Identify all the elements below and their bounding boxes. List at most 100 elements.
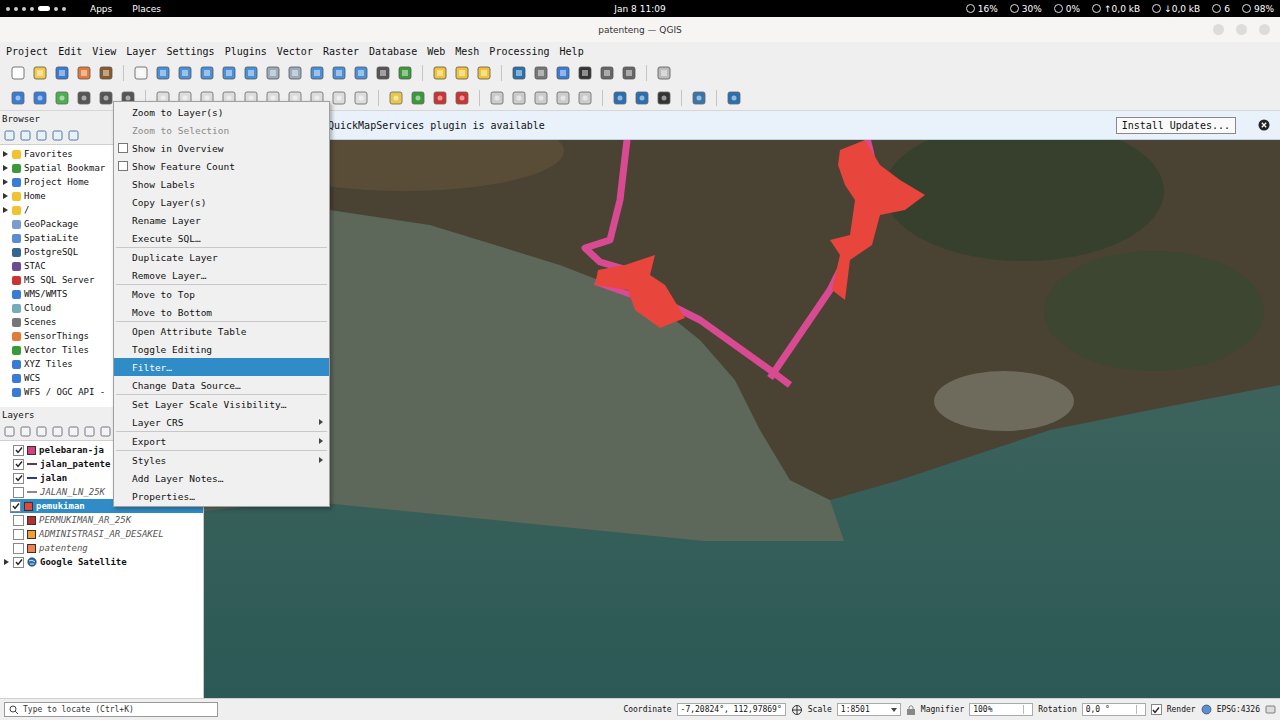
- crs-button[interactable]: EPSG:4326: [1217, 705, 1260, 714]
- context-menu-item[interactable]: Move to Top: [114, 285, 329, 303]
- menu-item[interactable]: Vector: [272, 46, 318, 57]
- context-menu-item[interactable]: Layer CRS: [114, 413, 329, 431]
- context-menu-item[interactable]: Show in Overview: [114, 139, 329, 157]
- map-canvas[interactable]: QuickMapServices plugin is availableInst…: [204, 111, 1280, 698]
- tool-icon[interactable]: [397, 65, 413, 81]
- tool-icon[interactable]: [331, 65, 347, 81]
- layer-checkbox[interactable]: [13, 515, 24, 526]
- tool-icon[interactable]: [98, 90, 114, 106]
- tool-icon[interactable]: [577, 65, 593, 81]
- tool-icon[interactable]: [331, 90, 347, 106]
- indicator[interactable]: 98%: [1242, 4, 1274, 14]
- context-menu-item[interactable]: Add Layer Notes…: [114, 469, 329, 487]
- layer-item[interactable]: PERMUKIMAN_AR_25K: [0, 513, 203, 527]
- expand-icon[interactable]: [4, 460, 10, 468]
- layer-item[interactable]: ADMINISTRASI_AR_DESAKEL: [0, 527, 203, 541]
- indicator[interactable]: 0%: [1054, 4, 1080, 14]
- messages-icon[interactable]: [1265, 704, 1276, 715]
- layer-checkbox[interactable]: [13, 557, 24, 568]
- context-menu-item[interactable]: Toggle Editing: [114, 340, 329, 358]
- expand-icon[interactable]: [4, 488, 10, 496]
- expand-icon[interactable]: [3, 318, 9, 326]
- layer-checkbox[interactable]: [13, 459, 24, 470]
- menu-item[interactable]: Layer: [121, 46, 161, 57]
- rotation-field[interactable]: 0,0 °: [1082, 703, 1146, 716]
- menu-item[interactable]: Raster: [318, 46, 364, 57]
- expand-icon[interactable]: [3, 151, 8, 157]
- coordinate-field[interactable]: -7,20824°, 112,97869°: [677, 703, 786, 716]
- tool-icon[interactable]: [177, 65, 193, 81]
- menu-item[interactable]: Processing: [484, 46, 554, 57]
- render-checkbox[interactable]: [1151, 704, 1162, 715]
- expand-icon[interactable]: [3, 179, 8, 185]
- expand-icon[interactable]: [3, 360, 9, 368]
- context-menu-item[interactable]: Copy Layer(s): [114, 193, 329, 211]
- tool-icon[interactable]: [555, 90, 571, 106]
- tool-icon[interactable]: [511, 65, 527, 81]
- menu-item[interactable]: Project: [1, 46, 53, 57]
- context-menu-item[interactable]: Duplicate Layer: [114, 248, 329, 266]
- indicator[interactable]: 6: [1212, 4, 1230, 14]
- tool-icon[interactable]: [612, 90, 628, 106]
- context-menu-item[interactable]: Zoom to Selection: [114, 121, 329, 139]
- tool-icon[interactable]: [199, 65, 215, 81]
- layer-checkbox[interactable]: [10, 501, 21, 512]
- panel-tool-icon[interactable]: [20, 426, 31, 437]
- tool-icon[interactable]: [555, 65, 571, 81]
- tool-icon[interactable]: [432, 90, 448, 106]
- expand-icon[interactable]: [4, 446, 10, 454]
- expand-icon[interactable]: [3, 193, 8, 199]
- tool-icon[interactable]: [265, 65, 281, 81]
- tool-icon[interactable]: [388, 90, 404, 106]
- context-menu-item[interactable]: Set Layer Scale Visibility…: [114, 395, 329, 413]
- context-menu-item[interactable]: Styles: [114, 451, 329, 469]
- expand-icon[interactable]: [3, 290, 9, 298]
- panel-tool-icon[interactable]: [52, 130, 63, 141]
- expand-icon[interactable]: [3, 374, 9, 382]
- context-menu-item[interactable]: Show Labels: [114, 175, 329, 193]
- layer-item[interactable]: patenteng: [0, 541, 203, 555]
- menu-item[interactable]: View: [87, 46, 121, 57]
- system-menu[interactable]: Places: [132, 4, 161, 14]
- panel-tool-icon[interactable]: [20, 130, 31, 141]
- tool-icon[interactable]: [32, 65, 48, 81]
- tool-icon[interactable]: [155, 65, 171, 81]
- extents-toggle-icon[interactable]: [791, 704, 803, 716]
- expand-icon[interactable]: [3, 276, 9, 284]
- tool-icon[interactable]: [533, 90, 549, 106]
- tool-icon[interactable]: [375, 65, 391, 81]
- expand-icon[interactable]: [3, 332, 9, 340]
- install-updates-button[interactable]: Install Updates...: [1116, 117, 1236, 134]
- expand-icon[interactable]: [3, 165, 8, 171]
- context-menu-item[interactable]: Open Attribute Table: [114, 322, 329, 340]
- tool-icon[interactable]: [454, 90, 470, 106]
- expand-icon[interactable]: [3, 220, 9, 228]
- context-menu-item[interactable]: Show Feature Count: [114, 157, 329, 175]
- tool-icon[interactable]: [656, 65, 672, 81]
- context-menu-item[interactable]: Rename Layer: [114, 211, 329, 229]
- tool-icon[interactable]: [533, 65, 549, 81]
- layer-checkbox[interactable]: [13, 445, 24, 456]
- tool-icon[interactable]: [309, 65, 325, 81]
- tool-icon[interactable]: [621, 65, 637, 81]
- context-menu-item[interactable]: Properties…: [114, 487, 329, 505]
- tool-icon[interactable]: [511, 90, 527, 106]
- expand-icon[interactable]: [3, 207, 8, 213]
- indicator[interactable]: 16%: [966, 4, 998, 14]
- tool-icon[interactable]: [726, 90, 742, 106]
- tool-icon[interactable]: [454, 65, 470, 81]
- expand-icon[interactable]: [4, 516, 10, 524]
- expand-icon[interactable]: [4, 474, 10, 482]
- expand-icon[interactable]: [3, 262, 9, 270]
- menu-item[interactable]: Settings: [161, 46, 219, 57]
- panel-tool-icon[interactable]: [36, 130, 47, 141]
- tool-icon[interactable]: [10, 65, 26, 81]
- minimize-icon[interactable]: [1213, 24, 1224, 35]
- tool-icon[interactable]: [10, 90, 26, 106]
- maximize-icon[interactable]: [1236, 24, 1247, 35]
- indicator[interactable]: 30%: [1010, 4, 1042, 14]
- tool-icon[interactable]: [353, 65, 369, 81]
- tool-icon[interactable]: [432, 65, 448, 81]
- tool-icon[interactable]: [476, 65, 492, 81]
- panel-tool-icon[interactable]: [4, 130, 15, 141]
